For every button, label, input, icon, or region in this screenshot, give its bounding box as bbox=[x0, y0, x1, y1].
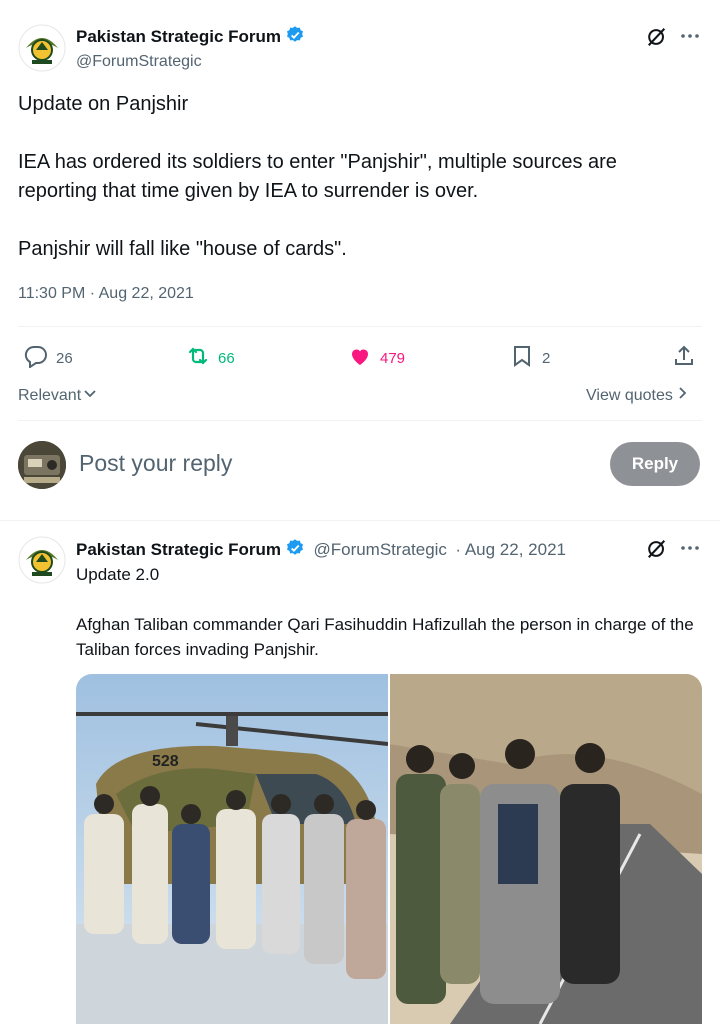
reply-title: Update 2.0 bbox=[76, 565, 160, 584]
retweet-icon bbox=[186, 344, 210, 372]
chevron-right-icon bbox=[677, 386, 689, 405]
author-name[interactable]: Pakistan Strategic Forum bbox=[76, 27, 281, 46]
like-icon bbox=[348, 344, 372, 372]
divider bbox=[18, 326, 702, 327]
divider bbox=[18, 420, 702, 421]
verified-icon bbox=[285, 25, 305, 50]
more-icon[interactable] bbox=[680, 538, 700, 563]
view-quotes-label: View quotes bbox=[586, 386, 673, 404]
reply-author-handle[interactable]: @ForumStrategic bbox=[313, 540, 446, 559]
grok-icon[interactable] bbox=[646, 538, 668, 565]
share-button[interactable] bbox=[672, 344, 696, 372]
author-avatar[interactable] bbox=[18, 24, 66, 72]
share-icon bbox=[672, 344, 696, 372]
reply-submit-button[interactable]: Reply bbox=[610, 442, 700, 486]
reply-author-avatar[interactable] bbox=[18, 536, 66, 584]
view-quotes-link[interactable]: View quotes bbox=[586, 386, 689, 405]
bookmark-button[interactable]: 2 bbox=[510, 344, 550, 372]
bookmark-count: 2 bbox=[542, 349, 551, 367]
reply-button[interactable]: 26 bbox=[24, 344, 73, 372]
reply-input[interactable]: Post your reply bbox=[79, 450, 232, 477]
sort-label: Relevant bbox=[18, 386, 82, 404]
author-handle[interactable]: @ForumStrategic bbox=[76, 53, 305, 71]
bookmark-icon bbox=[510, 344, 534, 372]
tweet-text: Update on Panjshir IEA has ordered its s… bbox=[18, 93, 617, 260]
reply-text: Afghan Taliban commander Qari Fasihuddin… bbox=[76, 615, 694, 659]
tweet-photo-helicopter[interactable]: 528 bbox=[76, 674, 388, 1024]
reply-icon bbox=[24, 344, 48, 372]
svg-text:528: 528 bbox=[152, 753, 179, 770]
photo-grid: 528 bbox=[76, 674, 702, 1024]
reply-author-name[interactable]: Pakistan Strategic Forum bbox=[76, 540, 281, 559]
reply-count: 26 bbox=[56, 349, 73, 367]
reply-date[interactable]: · Aug 22, 2021 bbox=[455, 540, 566, 559]
grok-icon[interactable] bbox=[646, 26, 668, 53]
chevron-down-icon bbox=[83, 386, 97, 405]
user-avatar[interactable] bbox=[18, 441, 66, 489]
verified-icon bbox=[285, 538, 305, 563]
tweet-photo-group[interactable] bbox=[390, 674, 702, 1024]
divider bbox=[0, 520, 720, 521]
retweet-button[interactable]: 66 bbox=[186, 344, 235, 372]
like-count: 479 bbox=[380, 349, 406, 367]
tweet-timestamp[interactable]: 11:30 PM · Aug 22, 2021 bbox=[18, 285, 194, 303]
more-icon[interactable] bbox=[680, 26, 700, 51]
retweet-count: 66 bbox=[218, 349, 235, 367]
like-button[interactable]: 479 bbox=[348, 344, 405, 372]
sort-dropdown[interactable]: Relevant bbox=[18, 386, 97, 405]
